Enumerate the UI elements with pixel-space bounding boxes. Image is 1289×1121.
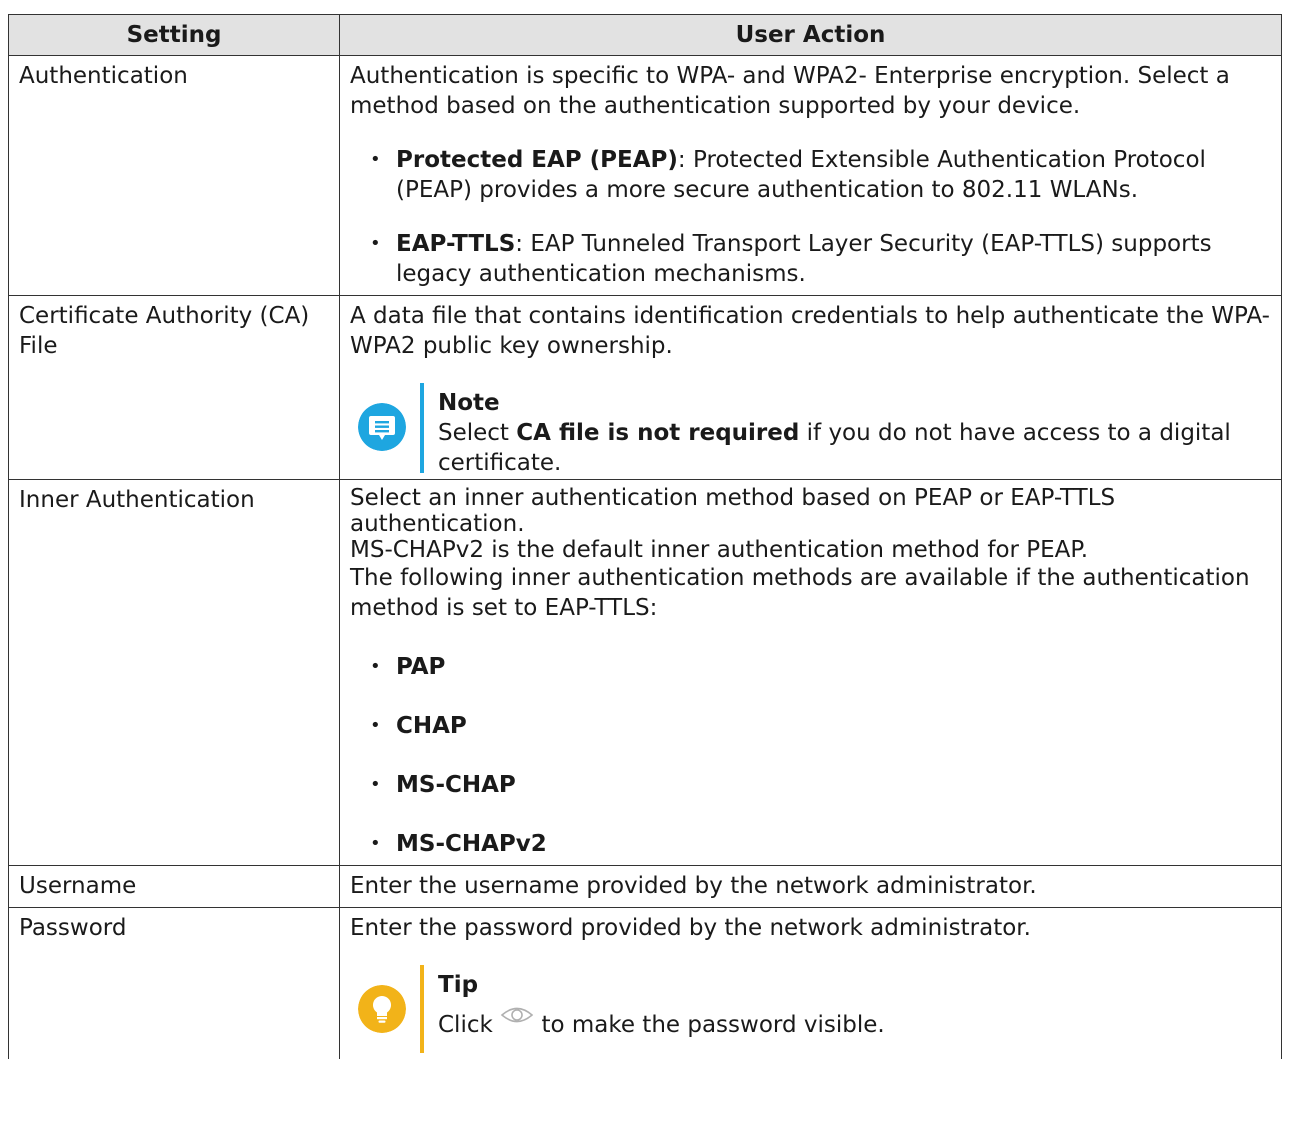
tip-callout: Tip Click to make the password visible.: [350, 965, 1271, 1053]
list-item: PAP: [366, 652, 1271, 682]
tip-accent-bar: [420, 965, 424, 1053]
note-body: Note Select CA file is not required if y…: [438, 388, 1261, 478]
description: A data file that contains identification…: [350, 303, 1270, 359]
setting-name: Authentication: [8, 55, 340, 296]
table-row-authentication: Authentication Authentication is specifi…: [8, 55, 1282, 296]
term: Protected EAP (PEAP): [396, 147, 678, 173]
tip-text: Click to make the password visible.: [438, 1004, 1261, 1040]
user-action-cell: Enter the username provided by the netwo…: [339, 865, 1282, 908]
lightbulb-icon: [358, 985, 406, 1033]
setting-name: Inner Authentication: [8, 479, 340, 866]
description-line: The following inner authentication metho…: [350, 565, 1250, 621]
tip-title: Tip: [438, 972, 479, 998]
user-action-cell: Select an inner authentication method ba…: [339, 479, 1282, 866]
note-icon: [358, 403, 406, 451]
method-name: CHAP: [396, 713, 467, 739]
table-header-row: Setting User Action: [8, 14, 1282, 56]
eye-icon: [500, 1007, 534, 1023]
note-text: Select CA file is not required if you do…: [438, 418, 1261, 478]
description: Authentication is specific to WPA- and W…: [350, 63, 1230, 119]
description-line: MS-CHAPv2 is the default inner authentic…: [350, 537, 1089, 563]
method-name: MS-CHAP: [396, 772, 516, 798]
method-name: PAP: [396, 654, 446, 680]
user-action-cell: A data file that contains identification…: [339, 295, 1282, 480]
list-item: MS-CHAP: [366, 770, 1271, 800]
description: Enter the password provided by the netwo…: [350, 915, 1031, 941]
table-row-inner-authentication: Inner Authentication Select an inner aut…: [8, 479, 1282, 866]
bullet-list: Protected EAP (PEAP): Protected Extensib…: [350, 145, 1271, 289]
list-item: EAP-TTLS: EAP Tunneled Transport Layer S…: [366, 229, 1271, 289]
tip-body: Tip Click to make the password visible.: [438, 970, 1261, 1040]
table-row-username: Username Enter the username provided by …: [8, 865, 1282, 908]
setting-name: Username: [8, 865, 340, 908]
note-accent-bar: [420, 383, 424, 473]
tip-text-before: Click: [438, 1012, 501, 1038]
description-line: Select an inner authentication method ba…: [350, 485, 1116, 537]
bullet-list: PAP CHAP MS-CHAP MS-CHAPv2: [350, 652, 1271, 859]
note-bold: CA file is not required: [516, 420, 800, 446]
method-name: MS-CHAPv2: [396, 831, 547, 857]
table-row-password: Password Enter the password provided by …: [8, 907, 1282, 1059]
tip-text-after: to make the password visible.: [541, 1012, 885, 1038]
user-action-cell: Authentication is specific to WPA- and W…: [339, 55, 1282, 296]
term: EAP-TTLS: [396, 231, 516, 257]
list-item: Protected EAP (PEAP): Protected Extensib…: [366, 145, 1271, 205]
table-row-ca-file: Certificate Authority (CA) File A data f…: [8, 295, 1282, 480]
list-item: MS-CHAPv2: [366, 829, 1271, 859]
list-item: CHAP: [366, 711, 1271, 741]
setting-name: Password: [8, 907, 340, 1059]
header-user-action: User Action: [339, 14, 1282, 56]
header-setting: Setting: [8, 14, 340, 56]
user-action-cell: Enter the password provided by the netwo…: [339, 907, 1282, 1059]
note-title: Note: [438, 390, 500, 416]
setting-name: Certificate Authority (CA) File: [8, 295, 340, 480]
note-callout: Note Select CA file is not required if y…: [350, 383, 1271, 476]
definition: : EAP Tunneled Transport Layer Security …: [396, 231, 1212, 287]
settings-table: Setting User Action Authentication Authe…: [8, 14, 1282, 1059]
note-text-before: Select: [438, 420, 517, 446]
